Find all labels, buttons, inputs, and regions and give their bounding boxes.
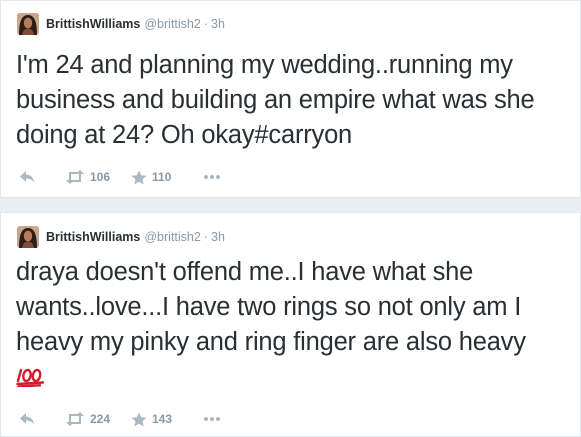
tweet-text: I'm 24 and planning my wedding..running … (16, 51, 535, 149)
favorite-button[interactable]: 110 (131, 170, 203, 185)
timeline: BrittishWilliams @brittish2 · 3h I'm 24 … (0, 0, 581, 437)
avatar[interactable] (17, 13, 39, 35)
author-name[interactable]: BrittishWilliams (46, 230, 140, 244)
tweet-text: draya doesn't offend me..I have what she… (16, 258, 526, 356)
separator-dot: · (203, 17, 208, 31)
more-button[interactable] (203, 174, 233, 180)
reply-button[interactable] (19, 412, 65, 426)
retweet-button[interactable]: 106 (65, 170, 131, 184)
retweet-icon (65, 170, 85, 184)
star-icon (131, 170, 147, 185)
retweet-count: 224 (90, 412, 111, 426)
avatar[interactable] (17, 226, 39, 248)
reply-icon (19, 412, 35, 426)
more-icon (203, 416, 221, 422)
author-name[interactable]: BrittishWilliams (46, 17, 140, 31)
tweet-card[interactable]: BrittishWilliams @brittish2 · 3h draya d… (0, 212, 581, 437)
separator-dot: · (203, 230, 208, 244)
tweet-card[interactable]: BrittishWilliams @brittish2 · 3h I'm 24 … (0, 0, 581, 198)
reply-button[interactable] (19, 170, 65, 184)
tweet-header: BrittishWilliams @brittish2 · 3h (17, 226, 225, 248)
retweet-count: 106 (90, 170, 111, 184)
more-icon (203, 174, 221, 180)
favorite-count: 110 (152, 170, 172, 184)
author-handle[interactable]: @brittish2 (144, 17, 200, 31)
more-button[interactable] (203, 416, 233, 422)
tweet-text-block: draya doesn't offend me..I have what she… (16, 255, 576, 388)
reply-icon (19, 170, 35, 184)
retweet-icon (65, 412, 85, 426)
tweet-actions: 224 143 (19, 410, 233, 428)
favorite-count: 143 (152, 412, 173, 426)
timestamp[interactable]: 3h (211, 230, 225, 244)
hundred-points-emoji (16, 362, 576, 388)
tweet-header: BrittishWilliams @brittish2 · 3h (17, 13, 225, 35)
favorite-button[interactable]: 143 (131, 412, 203, 427)
retweet-button[interactable]: 224 (65, 412, 131, 426)
author-handle[interactable]: @brittish2 (144, 230, 200, 244)
star-icon (131, 412, 147, 427)
tweet-actions: 106 110 (19, 168, 233, 186)
timestamp[interactable]: 3h (211, 17, 225, 31)
